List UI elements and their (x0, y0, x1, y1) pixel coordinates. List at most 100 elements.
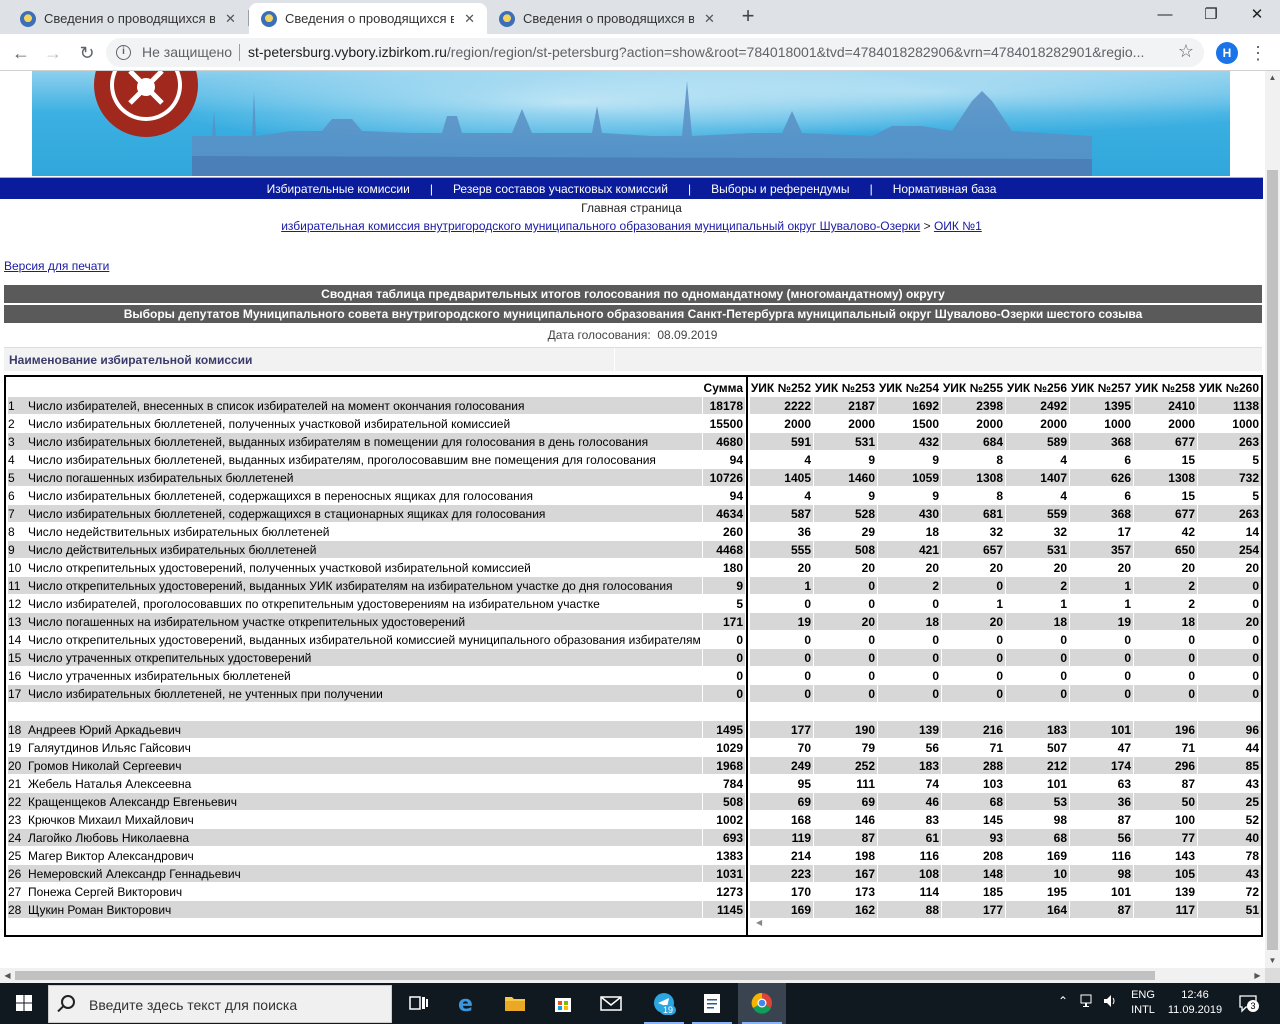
telegram-icon[interactable]: 19 (640, 983, 688, 1024)
close-window-icon[interactable]: ✕ (1234, 0, 1280, 30)
uik-value-cell: 4 (1060, 489, 1067, 503)
row-label: Громов Николай Сергеевич (26, 757, 702, 774)
uik-value-cell: 591 (750, 433, 813, 450)
row-sum: 180 (722, 561, 743, 575)
uik-value-cell: 589 (1006, 433, 1069, 450)
uik-value-cell: 198 (854, 849, 875, 863)
uik-value-cell: 148 (942, 865, 1005, 882)
row-sum: 693 (703, 829, 745, 846)
network-icon[interactable] (1080, 993, 1096, 1012)
close-tab-icon[interactable]: ✕ (462, 11, 477, 27)
uik-value-cell: 368 (1070, 505, 1133, 522)
tray-overflow-icon[interactable]: ⌃ (1058, 994, 1068, 1008)
uik-value-cell: 296 (1134, 757, 1197, 774)
file-explorer-icon[interactable] (491, 983, 539, 1024)
uik-value-cell: 114 (919, 885, 939, 899)
nav-link-normative[interactable]: Нормативная база (873, 182, 1017, 196)
row-sum: 1145 (703, 901, 745, 918)
row-label: Андреев Юрий Аркадьевич (26, 721, 702, 738)
mail-icon[interactable] (587, 983, 635, 1024)
commission-name-header: Наименование избирательной комиссии (4, 347, 1262, 372)
uik-value-cell: 0 (942, 685, 1005, 702)
start-button[interactable] (0, 983, 48, 1024)
close-tab-icon[interactable]: ✕ (702, 11, 717, 27)
breadcrumb-home[interactable]: Главная страница (0, 201, 1263, 215)
vertical-scrollbar[interactable]: ▲ ▼ (1265, 71, 1280, 968)
voting-date: Дата голосования: 08.09.2019 (0, 328, 1265, 342)
info-icon[interactable]: i (116, 45, 131, 60)
uik-value-cell: 71 (989, 741, 1003, 755)
uik-value-cell: 190 (814, 721, 877, 738)
close-tab-icon[interactable]: ✕ (223, 11, 238, 27)
nav-link-reserve[interactable]: Резерв составов участковых комиссий (433, 182, 688, 196)
reload-icon[interactable]: ↻ (74, 40, 100, 66)
volume-icon[interactable] (1102, 993, 1118, 1012)
address-bar[interactable]: i Не защищено st-petersburg.vybory.izbir… (106, 38, 1204, 67)
forward-arrow-icon[interactable]: → (40, 40, 66, 66)
print-version-link[interactable]: Версия для печати (4, 259, 109, 273)
row-sum: 15500 (709, 417, 743, 431)
scroll-down-icon[interactable]: ▼ (1265, 954, 1280, 968)
uik-value-cell: 19 (750, 613, 813, 630)
chrome-icon[interactable] (738, 983, 786, 1024)
uik-value-cell: 1 (996, 597, 1003, 611)
uik-value-cell: 0 (868, 669, 875, 683)
store-icon[interactable] (539, 983, 587, 1024)
breadcrumb-commission-link[interactable]: избирательная комиссия внутригородского … (281, 219, 920, 233)
vertical-scroll-thumb[interactable] (1267, 170, 1278, 950)
uik-value-cell: 88 (878, 901, 941, 918)
profile-avatar[interactable]: H (1216, 42, 1238, 64)
row-label: Число утраченных открепительных удостове… (26, 649, 702, 666)
tab-2-active[interactable]: Сведения о проводящихся выб ✕ (249, 3, 487, 34)
task-view-icon[interactable] (395, 983, 443, 1024)
nav-link-elections[interactable]: Выборы и референдумы (691, 182, 869, 196)
scroll-left-icon[interactable]: ◀ (756, 918, 762, 927)
uik-value-cell: 56 (1070, 829, 1133, 846)
minimize-icon[interactable]: — (1142, 0, 1188, 30)
bookmark-star-icon[interactable]: ☆ (1178, 41, 1194, 62)
tab-1[interactable]: Сведения о проводящихся выб ✕ (8, 3, 248, 34)
scroll-left-icon[interactable]: ◀ (0, 968, 15, 983)
table-row: 11 Число открепительных удостоверений, вы… (6, 577, 746, 595)
uik-value-cell: 36 (797, 525, 811, 539)
uik-value-cell: 6 (1124, 489, 1131, 503)
uik-value-cell: 167 (814, 865, 877, 882)
uik-value-cell: 9 (932, 489, 939, 503)
word-document-icon[interactable] (688, 983, 736, 1024)
scroll-up-icon[interactable]: ▲ (1265, 71, 1280, 85)
tab-3[interactable]: Сведения о проводящихся выб ✕ (487, 3, 727, 34)
new-tab-button[interactable]: + (737, 5, 759, 27)
breadcrumb-oik-link[interactable]: ОИК №1 (934, 219, 982, 233)
scroll-right-icon[interactable]: ▶ (1250, 968, 1265, 983)
uik-value-cell: 0 (1060, 669, 1067, 683)
horizontal-scroll-thumb[interactable] (15, 971, 1155, 980)
nav-link-commissions[interactable]: Избирательные комиссии (247, 182, 430, 196)
taskbar-search[interactable]: Введите здесь текст для поиска (48, 985, 392, 1023)
back-arrow-icon[interactable]: ← (8, 40, 34, 66)
url-text[interactable]: st-petersburg.vybory.izbirkom.ru/region/… (248, 44, 1144, 60)
uik-value-cell: 20 (814, 613, 877, 630)
uik-value-cell: 432 (878, 433, 941, 450)
uik-value-cell: 0 (942, 577, 1005, 594)
uik-value-cell: 0 (1188, 669, 1195, 683)
row-label: Число избирательных бюллетеней, выданных… (28, 453, 656, 467)
uik-value-cell: 421 (878, 541, 941, 558)
notification-center-icon[interactable]: 3 (1238, 993, 1259, 1013)
horizontal-scrollbar[interactable]: ◀ ▶ (0, 968, 1265, 983)
uik-value-cell: 252 (814, 757, 877, 774)
uik-value-cell: 0 (1006, 649, 1069, 666)
row-sum: 0 (736, 633, 743, 647)
system-clock[interactable]: 12:46 11.09.2019 (1165, 988, 1225, 1018)
edge-browser-icon[interactable]: e (443, 983, 491, 1024)
language-indicator[interactable]: ENG INTL (1128, 988, 1158, 1018)
row-number: 11 (8, 577, 26, 594)
uik-value-cell: 87 (1070, 901, 1133, 918)
uik-value-cell: 146 (854, 813, 875, 827)
results-table-right[interactable]: УИК №252 УИК №253 УИК №254 УИК №255 УИК №256… (750, 377, 1261, 935)
restore-icon[interactable]: ❐ (1188, 0, 1234, 30)
uik-value-cell: 87 (1181, 777, 1195, 791)
table-row: 9 Число действительных избирательных бюлл… (6, 541, 746, 559)
uik-value-cell: 139 (1174, 885, 1195, 899)
browser-menu-icon[interactable]: ⋮ (1248, 40, 1268, 66)
tab-title: Сведения о проводящихся выб (285, 11, 455, 26)
